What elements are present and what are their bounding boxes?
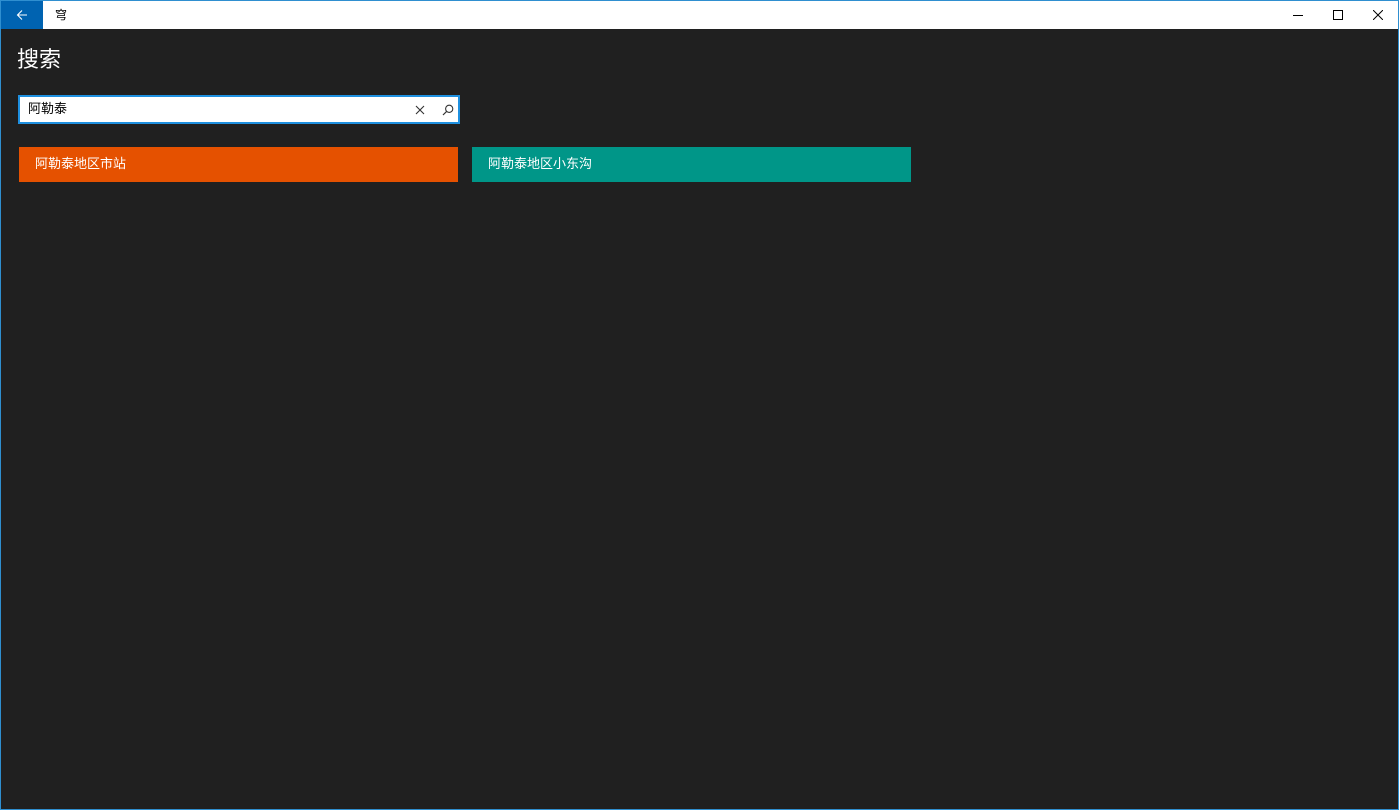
close-button[interactable] [1358, 1, 1398, 29]
result-tile[interactable]: 阿勒泰地区市站 [19, 147, 458, 182]
back-button[interactable] [1, 1, 43, 29]
arrow-left-icon [16, 10, 27, 20]
maximize-button[interactable] [1318, 1, 1358, 29]
minimize-button[interactable] [1278, 1, 1318, 29]
app-window: 穹 搜索 阿勒泰 阿勒泰地区市站 阿勒泰地区小东沟 [0, 0, 1399, 810]
window-controls [1278, 1, 1398, 29]
title-bar: 穹 [1, 1, 1398, 29]
minimize-icon [1293, 15, 1303, 16]
page-title: 搜索 [17, 48, 62, 73]
main-content: 搜索 阿勒泰地区市站 阿勒泰地区小东沟 [1, 29, 1398, 809]
search-input[interactable] [28, 97, 398, 122]
search-box [18, 95, 460, 124]
search-button[interactable] [438, 100, 458, 120]
clear-icon [415, 105, 425, 115]
clear-button[interactable] [410, 100, 430, 120]
result-tile[interactable]: 阿勒泰地区小东沟 [472, 147, 911, 182]
app-title: 穹 [55, 8, 68, 22]
search-icon [442, 104, 454, 116]
maximize-icon [1333, 10, 1343, 20]
close-icon [1373, 10, 1383, 20]
